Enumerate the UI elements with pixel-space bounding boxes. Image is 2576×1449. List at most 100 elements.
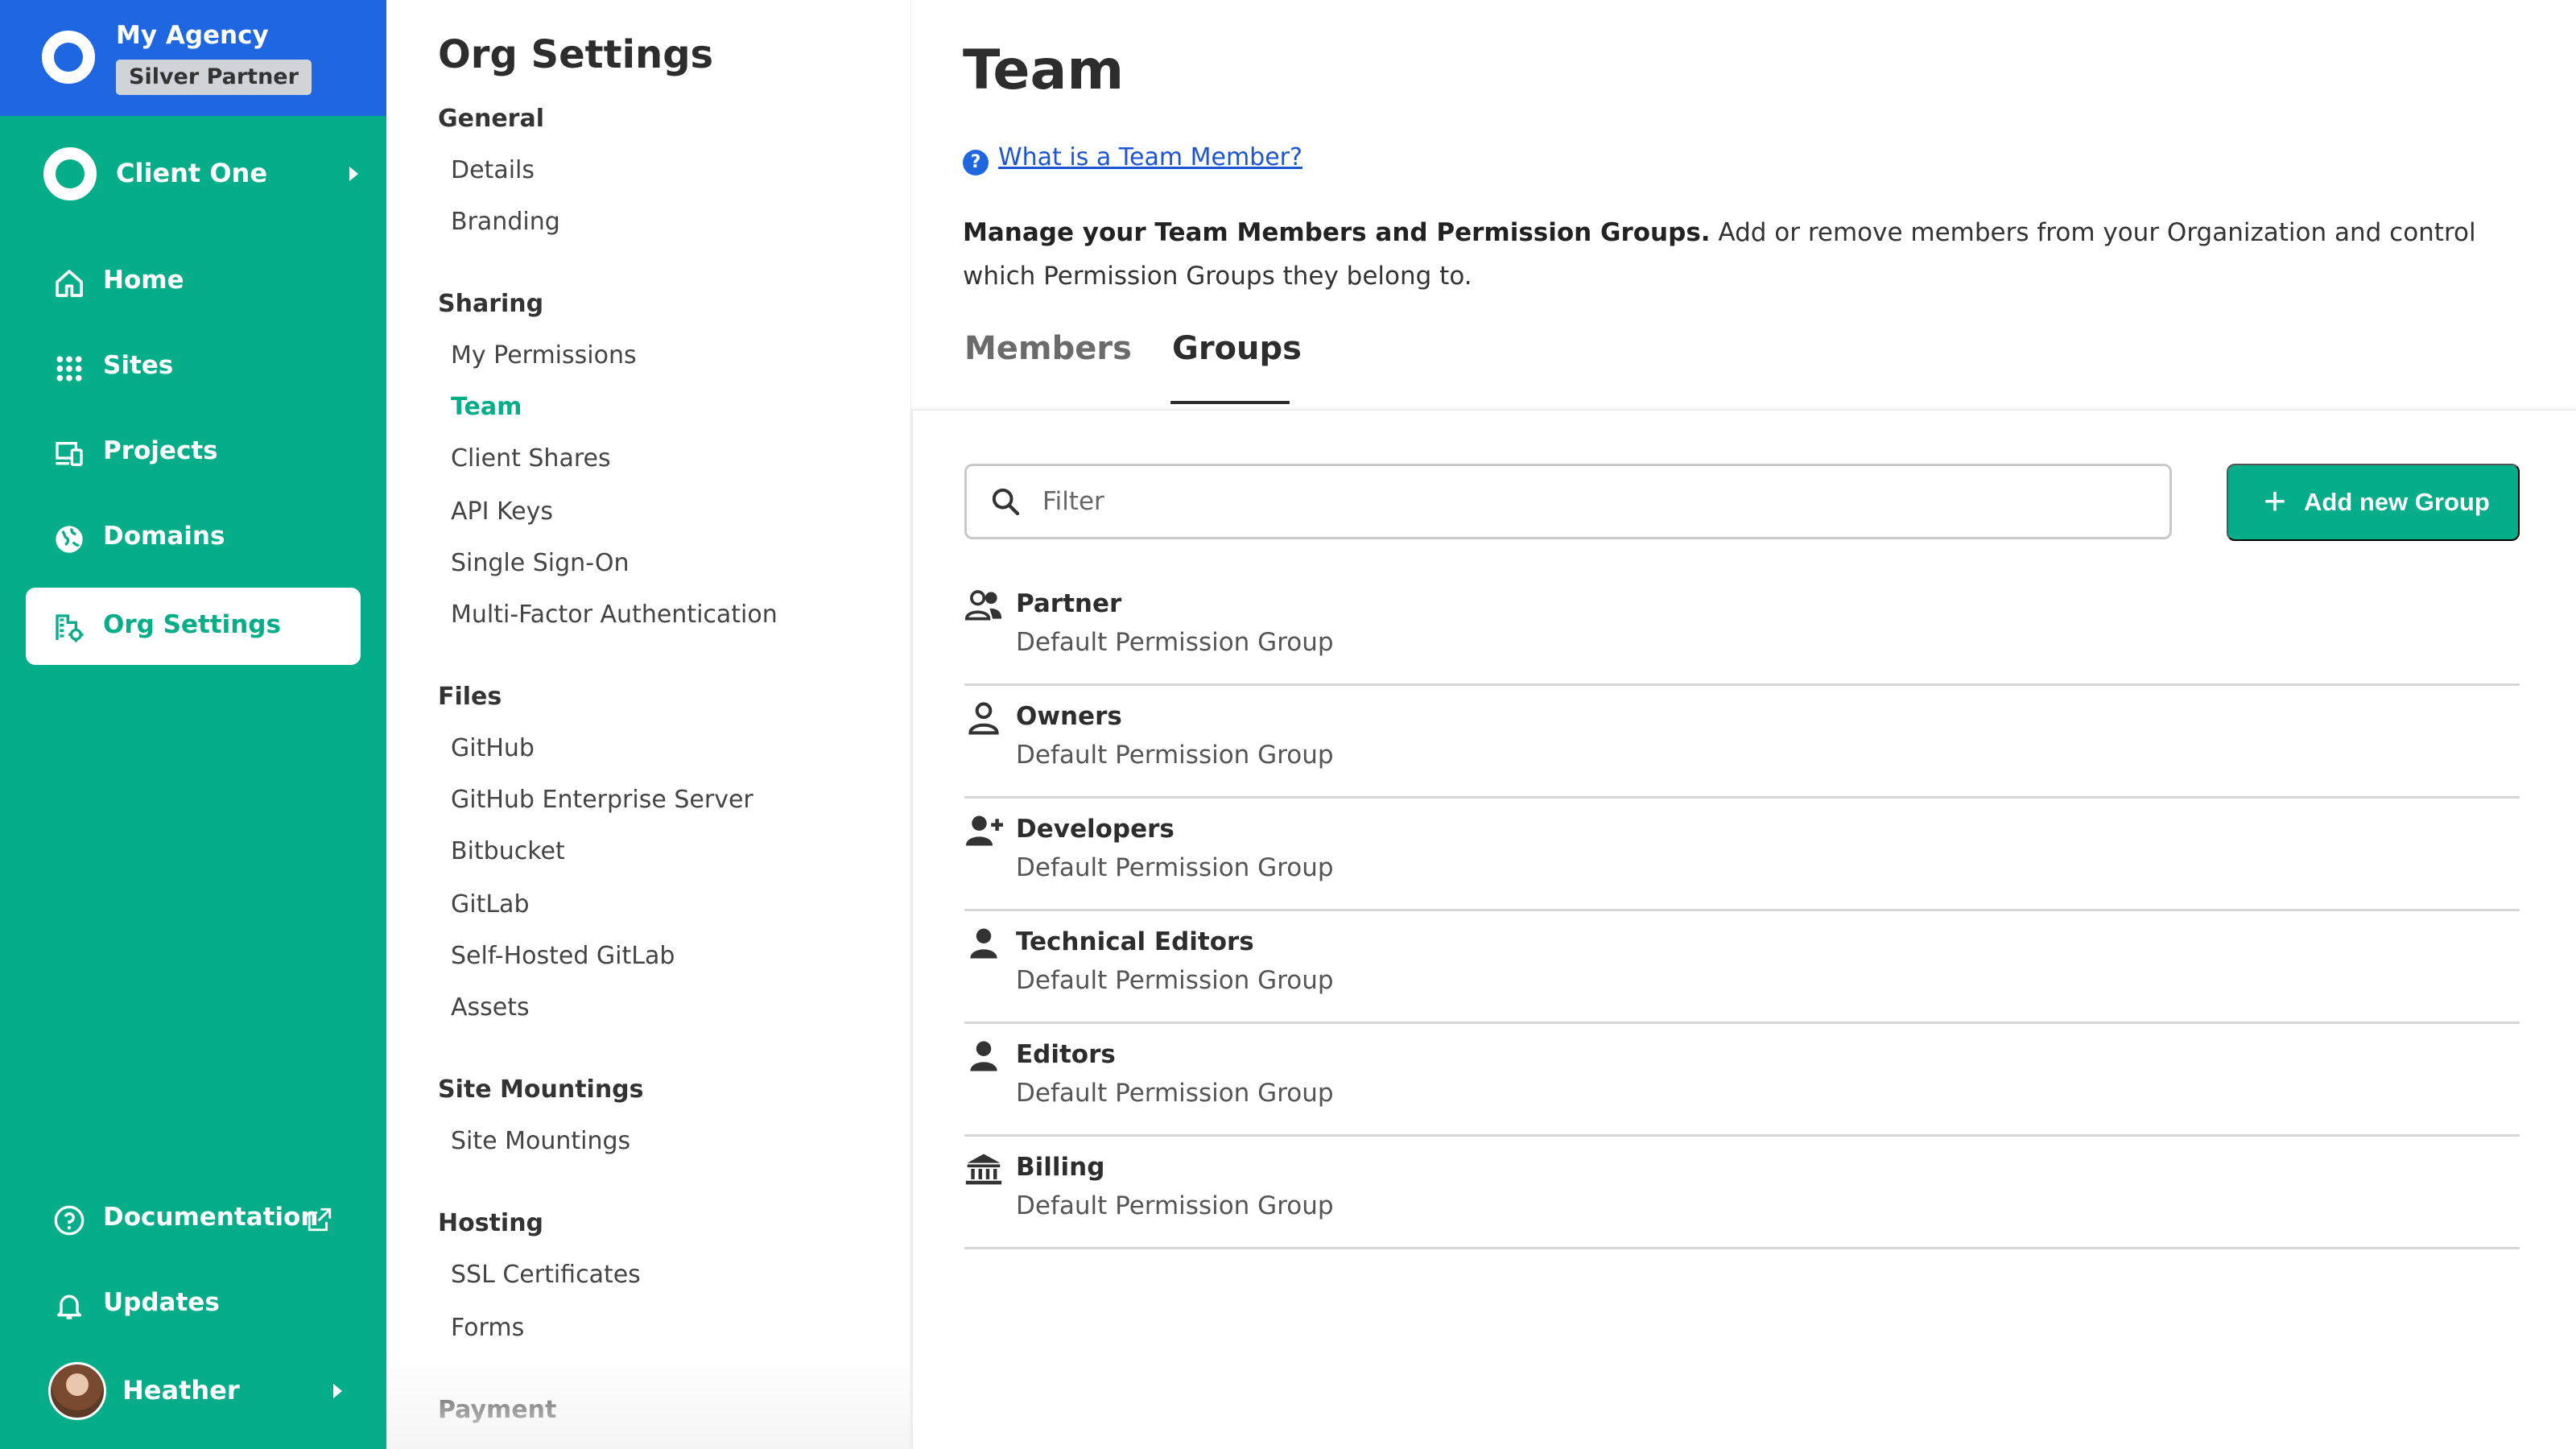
nav-item-sites[interactable]: Sites (26, 328, 361, 406)
group-name: Technical Editors (1016, 927, 1254, 956)
main-panel: Team ? What is a Team Member? Manage you… (911, 0, 2576, 1449)
menu-item-gitlab[interactable]: GitLab (451, 890, 530, 919)
group-name: Owners (1016, 702, 1122, 731)
agency-switcher[interactable]: My Agency Silver Partner (0, 0, 386, 116)
plus-icon: + (2264, 481, 2287, 523)
group-description: Default Permission Group (1016, 628, 1334, 657)
chevron-right-icon (349, 167, 358, 181)
menu-item-github[interactable]: GitHub (451, 734, 535, 762)
nav-item-org-settings[interactable]: Org Settings (26, 588, 361, 665)
section-hosting: Hosting (438, 1209, 544, 1237)
section-payment: Payment (438, 1396, 557, 1424)
tab-groups[interactable]: Groups (1172, 330, 1302, 367)
menu-item-my-permissions[interactable]: My Permissions (451, 341, 637, 369)
menu-item-site-mountings[interactable]: Site Mountings (451, 1127, 630, 1155)
group-row-partner[interactable]: Partner Default Permission Group (964, 573, 2520, 686)
client-logo-icon (43, 147, 97, 200)
person-outline-icon (968, 702, 999, 735)
menu-item-mfa[interactable]: Multi-Factor Authentication (451, 601, 778, 629)
section-site-mountings: Site Mountings (438, 1075, 644, 1104)
add-new-group-button[interactable]: + Add new Group (2227, 464, 2520, 541)
active-tab-indicator (1170, 401, 1290, 404)
groups-panel: + Add new Group Partner Default Permissi… (911, 409, 2576, 1449)
devices-icon (56, 442, 83, 466)
group-name: Partner (1016, 589, 1122, 618)
menu-item-forms[interactable]: Forms (451, 1314, 524, 1342)
group-row-technical-editors[interactable]: Technical Editors Default Permission Gro… (964, 911, 2520, 1024)
nav-item-domains[interactable]: Domains (26, 499, 361, 576)
filter-input[interactable] (1042, 474, 2153, 529)
tab-members[interactable]: Members (964, 330, 1132, 367)
group-row-billing[interactable]: Billing Default Permission Group (964, 1137, 2520, 1249)
settings-title: Org Settings (438, 32, 714, 77)
nav-label-sites: Sites (103, 351, 174, 380)
globe-icon (56, 526, 83, 553)
filter-box[interactable] (964, 464, 2172, 539)
help-icon: ? (963, 150, 989, 175)
agency-name: My Agency (116, 21, 269, 50)
menu-item-team[interactable]: Team (451, 393, 522, 421)
org-settings-icon (56, 614, 84, 642)
menu-item-single-sign-on[interactable]: Single Sign-On (451, 549, 629, 577)
avatar (48, 1362, 106, 1420)
menu-item-ssl-certificates[interactable]: SSL Certificates (451, 1261, 641, 1289)
page-title: Team (963, 39, 1125, 102)
description-bold: Manage your Team Members and Permission … (963, 218, 1711, 247)
menu-item-api-keys[interactable]: API Keys (451, 497, 553, 526)
primary-sidebar: My Agency Silver Partner Client One Home… (0, 0, 386, 1449)
nav-label-updates: Updates (103, 1288, 220, 1317)
nav-label-projects: Projects (103, 436, 218, 465)
section-sharing: Sharing (438, 290, 544, 318)
menu-item-details[interactable]: Details (451, 156, 535, 184)
external-link-icon (308, 1208, 332, 1232)
partner-badge: Silver Partner (116, 60, 312, 95)
nav-label-documentation: Documentation (103, 1203, 319, 1232)
section-general: General (438, 105, 544, 133)
agency-logo-icon (42, 31, 95, 84)
home-icon (56, 270, 83, 297)
help-circle-icon (54, 1205, 85, 1236)
menu-item-github-enterprise[interactable]: GitHub Enterprise Server (451, 786, 753, 814)
group-row-developers[interactable]: Developers Default Permission Group (964, 799, 2520, 911)
group-description: Default Permission Group (1016, 966, 1334, 995)
group-description: Default Permission Group (1016, 741, 1334, 770)
nav-item-updates[interactable]: Updates (26, 1265, 361, 1343)
section-files: Files (438, 683, 502, 711)
menu-item-client-shares[interactable]: Client Shares (451, 444, 611, 473)
group-name: Editors (1016, 1040, 1116, 1069)
settings-menu: Org Settings General Details Branding Sh… (386, 0, 911, 1449)
user-menu[interactable]: Heather (0, 1360, 386, 1422)
nav-item-projects[interactable]: Projects (26, 414, 361, 491)
menu-item-self-hosted-gitlab[interactable]: Self-Hosted GitLab (451, 942, 675, 970)
group-name: Billing (1016, 1153, 1105, 1182)
group-description: Default Permission Group (1016, 1191, 1334, 1220)
people-icon (964, 590, 1002, 621)
group-row-owners[interactable]: Owners Default Permission Group (964, 686, 2520, 799)
add-new-group-label: Add new Group (2304, 488, 2490, 516)
client-name: Client One (116, 158, 268, 188)
nav-item-documentation[interactable]: Documentation (26, 1180, 361, 1257)
nav-label-home: Home (103, 266, 184, 295)
group-description: Default Permission Group (1016, 853, 1334, 882)
nav-label-domains: Domains (103, 522, 225, 551)
person-icon (970, 928, 997, 959)
group-name: Developers (1016, 815, 1174, 844)
group-row-editors[interactable]: Editors Default Permission Group (964, 1024, 2520, 1137)
nav-label-org-settings: Org Settings (103, 610, 281, 639)
person-icon (970, 1041, 997, 1071)
bell-icon (57, 1294, 82, 1319)
help-link-text: What is a Team Member? (998, 143, 1302, 171)
user-name: Heather (122, 1375, 240, 1406)
search-icon (992, 488, 1020, 516)
page-description: Manage your Team Members and Permission … (963, 211, 2541, 298)
group-description: Default Permission Group (1016, 1079, 1334, 1108)
chevron-right-icon (333, 1384, 342, 1398)
menu-item-assets[interactable]: Assets (451, 993, 530, 1022)
client-switcher[interactable]: Client One (0, 143, 386, 204)
menu-item-branding[interactable]: Branding (451, 208, 560, 236)
person-add-icon (965, 815, 1003, 846)
bank-icon (965, 1154, 1002, 1185)
nav-item-home[interactable]: Home (26, 243, 361, 320)
grid-icon (56, 356, 82, 382)
menu-item-bitbucket[interactable]: Bitbucket (451, 837, 565, 865)
